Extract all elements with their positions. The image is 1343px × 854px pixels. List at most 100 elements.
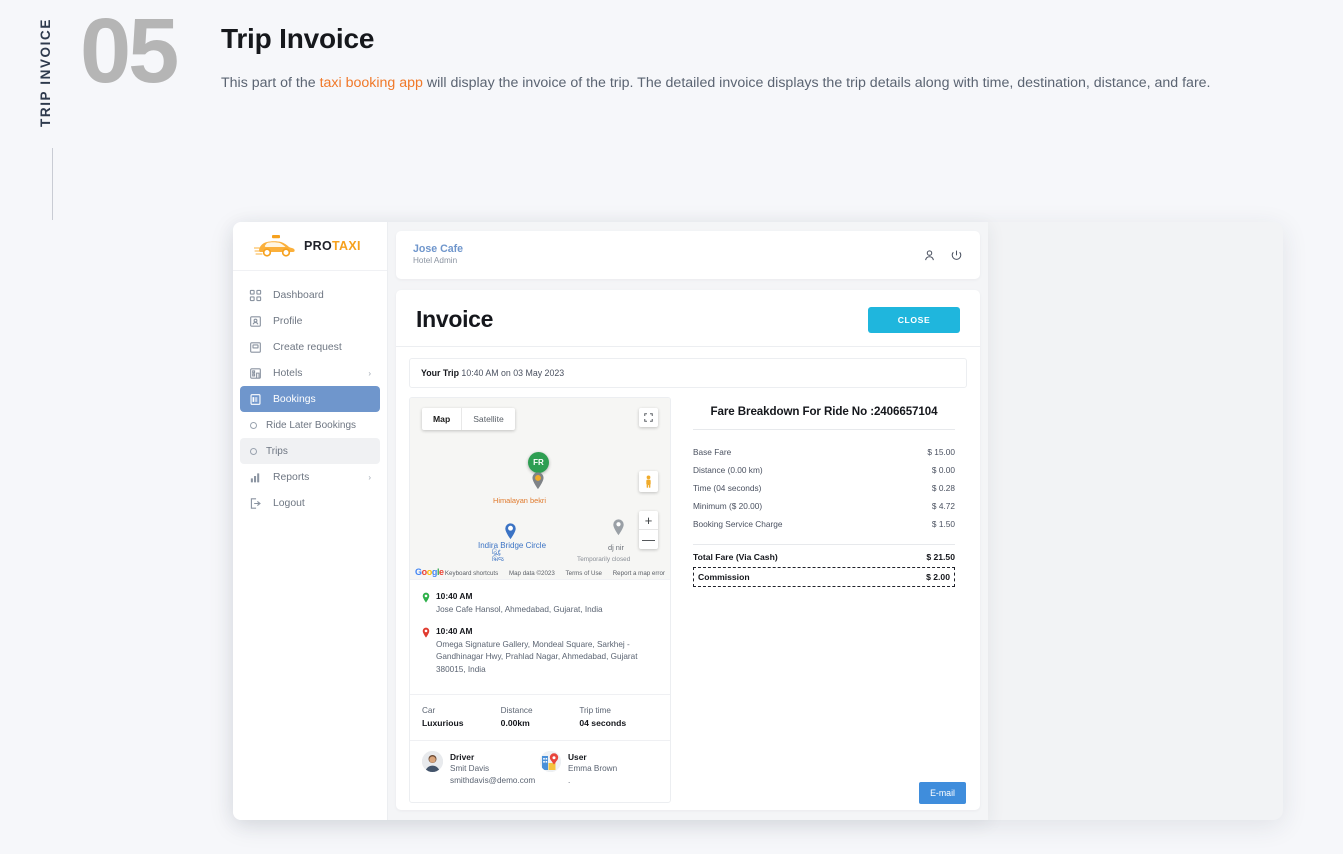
- fare-rows: Base Fare $ 15.00 Distance (0.00 km) $ 0…: [693, 430, 955, 533]
- map-view[interactable]: Map Satellite + — FR Himalayan bekri Ind…: [410, 398, 670, 580]
- fare-amount: $ 15.00: [927, 447, 955, 457]
- chevron-right-icon: ›: [368, 473, 371, 482]
- page-description: This part of the taxi booking app will d…: [221, 72, 1251, 94]
- taxi-booking-app-link[interactable]: taxi booking app: [320, 75, 423, 91]
- circle-icon: [250, 448, 257, 455]
- invoice-header: Invoice CLOSE: [396, 290, 980, 347]
- sidebar-item-hotels[interactable]: Hotels ›: [240, 360, 380, 386]
- close-button[interactable]: CLOSE: [868, 307, 960, 333]
- commission-row: Commission $ 2.00: [693, 567, 955, 587]
- sidebar-item-dashboard[interactable]: Dashboard: [240, 282, 380, 308]
- fare-total-row: Total Fare (Via Cash) $ 21.50: [693, 545, 955, 567]
- desc-after: will display the invoice of the trip. Th…: [423, 75, 1211, 91]
- topbar-actions: [923, 249, 963, 262]
- map-marker-fr[interactable]: FR: [528, 452, 549, 495]
- invoice-body: Your Trip 10:40 AM on 03 May 2023 Map Sa…: [396, 347, 980, 803]
- desc-before: This part of the: [221, 75, 320, 91]
- map-place-label: Indira Bridge Circle: [478, 541, 546, 550]
- user-icon[interactable]: [923, 249, 936, 262]
- trip-details-panel: Map Satellite + — FR Himalayan bekri Ind…: [409, 397, 671, 803]
- app-logo[interactable]: PROTAXI: [233, 222, 387, 271]
- map-place-label-native2: બ્રિજ: [492, 557, 504, 564]
- page-title: Trip Invoice: [221, 23, 374, 55]
- user-block: User Emma Brown .: [540, 751, 658, 788]
- fare-amount: $ 4.72: [932, 501, 955, 511]
- account-info: Jose Cafe Hotel Admin: [413, 243, 923, 267]
- pickup-time: 10:40 AM: [436, 591, 603, 602]
- power-icon[interactable]: [950, 249, 963, 262]
- zoom-out-button[interactable]: —: [639, 530, 658, 549]
- section-number: 05: [80, 5, 176, 97]
- sidebar-item-reports[interactable]: Reports ›: [240, 464, 380, 490]
- sidebar-item-create-request[interactable]: Create request: [240, 334, 380, 360]
- fare-row: Minimum ($ 20.00) $ 4.72: [693, 497, 955, 515]
- meta-key: Trip time: [579, 705, 658, 717]
- driver-avatar: [422, 751, 443, 772]
- fare-label: Time (04 seconds): [693, 483, 932, 493]
- app-window: PROTAXI Dashboard Profile Create request…: [233, 222, 988, 820]
- meta-value: Luxurious: [422, 717, 501, 730]
- map-footer: Keyboard shortcuts Map data ©2023 Terms …: [410, 570, 670, 577]
- sidebar-label: Ride Later Bookings: [266, 420, 371, 431]
- fare-title: Fare Breakdown For Ride No :2406657104: [693, 402, 955, 429]
- sidebar-label: Logout: [273, 498, 371, 509]
- total-amount: $ 21.50: [926, 552, 955, 562]
- sidebar-item-ride-later-bookings[interactable]: Ride Later Bookings: [240, 412, 380, 438]
- pickup-address-text: Jose Cafe Hansol, Ahmedabad, Gujarat, In…: [436, 604, 603, 617]
- driver-name: Smit Davis: [450, 763, 535, 775]
- sidebar-label: Reports: [273, 472, 357, 483]
- map-footer-item[interactable]: Keyboard shortcuts: [445, 570, 498, 577]
- circle-icon: [250, 422, 257, 429]
- fullscreen-button[interactable]: [639, 408, 658, 427]
- fare-row: Distance (0.00 km) $ 0.00: [693, 461, 955, 479]
- map-zoom-controls: + —: [639, 511, 658, 549]
- email-action: E-mail: [919, 782, 966, 804]
- grid-icon: [249, 289, 262, 302]
- email-button[interactable]: E-mail: [919, 782, 966, 804]
- sidebar-nav: Dashboard Profile Create request Hotels …: [233, 271, 387, 516]
- sidebar-label: Hotels: [273, 368, 357, 379]
- tab-satellite[interactable]: Satellite: [461, 408, 515, 430]
- commission-amount: $ 2.00: [926, 572, 950, 582]
- fare-label: Minimum ($ 20.00): [693, 501, 932, 511]
- fare-row: Time (04 seconds) $ 0.28: [693, 479, 955, 497]
- map-place-label: dj nir: [608, 543, 624, 552]
- trip-meta-row: Car Luxurious Distance 0.00km Trip time …: [410, 694, 670, 740]
- page-header: TRIP INVOICE 05 Trip Invoice This part o…: [0, 0, 1343, 220]
- account-name: Jose Cafe: [413, 243, 923, 256]
- dropoff-time: 10:40 AM: [436, 626, 658, 637]
- map-marker-closed[interactable]: [612, 518, 625, 541]
- sidebar-item-bookings[interactable]: Bookings ⱟ: [240, 386, 380, 412]
- map-place-label: Himalayan bekri: [493, 496, 546, 505]
- sidebar-label: Create request: [273, 342, 371, 353]
- street-view-pegman-icon[interactable]: [639, 471, 658, 492]
- meta-key: Distance: [501, 705, 580, 717]
- sidebar-item-trips[interactable]: Trips: [240, 438, 380, 464]
- tab-map[interactable]: Map: [422, 408, 461, 430]
- fare-label: Base Fare: [693, 447, 927, 457]
- taxi-cab-icon: [254, 234, 298, 258]
- logout-icon: [249, 497, 262, 510]
- profile-card-icon: [249, 315, 262, 328]
- total-label: Total Fare (Via Cash): [693, 552, 926, 562]
- google-watermark: Google: [415, 567, 444, 577]
- trip-meta-distance: Distance 0.00km: [501, 705, 580, 730]
- sidebar-item-logout[interactable]: Logout: [240, 490, 380, 516]
- fare-breakdown-panel: Fare Breakdown For Ride No :2406657104 B…: [671, 397, 967, 803]
- people-row: Driver Smit Davis smithdavis@demo.com Us…: [410, 740, 670, 802]
- zoom-in-button[interactable]: +: [639, 511, 658, 530]
- fare-amount: $ 0.00: [932, 465, 955, 475]
- main-column: Jose Cafe Hotel Admin Invoice CLOSE Your…: [388, 222, 988, 820]
- fare-amount: $ 1.50: [932, 519, 955, 529]
- meta-key: Car: [422, 705, 501, 717]
- sidebar: PROTAXI Dashboard Profile Create request…: [233, 222, 388, 820]
- driver-block: Driver Smit Davis smithdavis@demo.com: [422, 751, 540, 788]
- sidebar-item-profile[interactable]: Profile: [240, 308, 380, 334]
- user-email: .: [568, 775, 617, 787]
- invoice-card: Invoice CLOSE Your Trip 10:40 AM on 03 M…: [396, 290, 980, 810]
- logo-pro: PRO: [304, 239, 332, 253]
- dropoff-address-text: Omega Signature Gallery, Mondeal Square,…: [436, 639, 658, 677]
- map-footer-item[interactable]: Terms of Use: [566, 570, 602, 577]
- driver-email: smithdavis@demo.com: [450, 775, 535, 787]
- map-footer-item[interactable]: Report a map error: [613, 570, 665, 577]
